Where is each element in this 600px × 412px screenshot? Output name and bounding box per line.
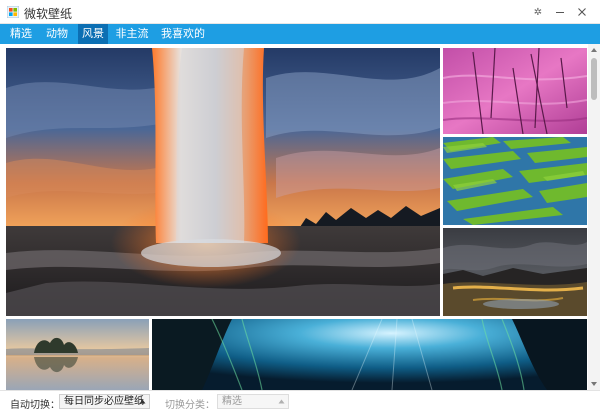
wallpaper-image xyxy=(443,137,587,225)
scroll-up-button[interactable] xyxy=(588,44,600,56)
wallpaper-image xyxy=(443,228,587,316)
auto-switch-select[interactable]: 每日同步必应壁纸 xyxy=(59,394,150,409)
chevron-down-icon xyxy=(591,382,597,386)
close-button[interactable] xyxy=(571,0,593,24)
wallpaper-image xyxy=(443,48,587,134)
wallpaper-thumb-green-fields[interactable] xyxy=(443,137,587,225)
tab-favorites[interactable]: 我喜欢的 xyxy=(158,24,208,44)
title-bar: 微软壁纸 ✲ xyxy=(0,0,600,24)
wallpaper-gallery xyxy=(0,44,600,390)
close-icon xyxy=(578,8,586,16)
caret-up-icon xyxy=(139,399,146,404)
category-label: 切换分类： xyxy=(165,400,215,411)
scroll-down-button[interactable] xyxy=(588,378,600,390)
category-nav: 精选 动物 风景 非主流 我喜欢的 xyxy=(0,24,600,44)
category-select[interactable]: 精选 xyxy=(217,394,289,409)
wallpaper-thumb-underwater-cave[interactable] xyxy=(152,319,587,390)
skin-button[interactable]: ✲ xyxy=(527,0,549,24)
tab-scenery[interactable]: 风景 xyxy=(78,24,108,44)
app-logo-icon xyxy=(7,6,19,18)
auto-switch-label: 自动切换： xyxy=(10,400,60,411)
category-value: 精选 xyxy=(222,396,242,407)
skin-icon: ✲ xyxy=(533,6,543,18)
tab-animals[interactable]: 动物 xyxy=(42,24,72,44)
auto-switch-value: 每日同步必应壁纸 xyxy=(64,396,144,407)
wallpaper-image xyxy=(152,319,587,390)
wallpaper-thumb-pink-lake[interactable] xyxy=(443,48,587,134)
status-bar: 自动切换： 每日同步必应壁纸 切换分类： 精选 xyxy=(0,390,600,412)
minimize-icon xyxy=(556,12,564,13)
chevron-up-icon xyxy=(591,48,597,52)
wallpaper-image xyxy=(6,319,149,390)
gallery-scrollbar[interactable] xyxy=(588,44,600,390)
minimize-button[interactable] xyxy=(549,0,571,24)
wallpaper-thumb-lake-island[interactable] xyxy=(6,319,149,390)
scrollbar-thumb[interactable] xyxy=(591,58,597,100)
caret-up-icon xyxy=(278,399,285,404)
window-title: 微软壁纸 xyxy=(24,7,73,21)
wallpaper-image xyxy=(6,48,440,316)
tab-featured[interactable]: 精选 xyxy=(6,24,36,44)
tab-alternative[interactable]: 非主流 xyxy=(114,24,150,44)
wallpaper-thumb-geyser[interactable] xyxy=(6,48,440,316)
wallpaper-thumb-storm-valley[interactable] xyxy=(443,228,587,316)
